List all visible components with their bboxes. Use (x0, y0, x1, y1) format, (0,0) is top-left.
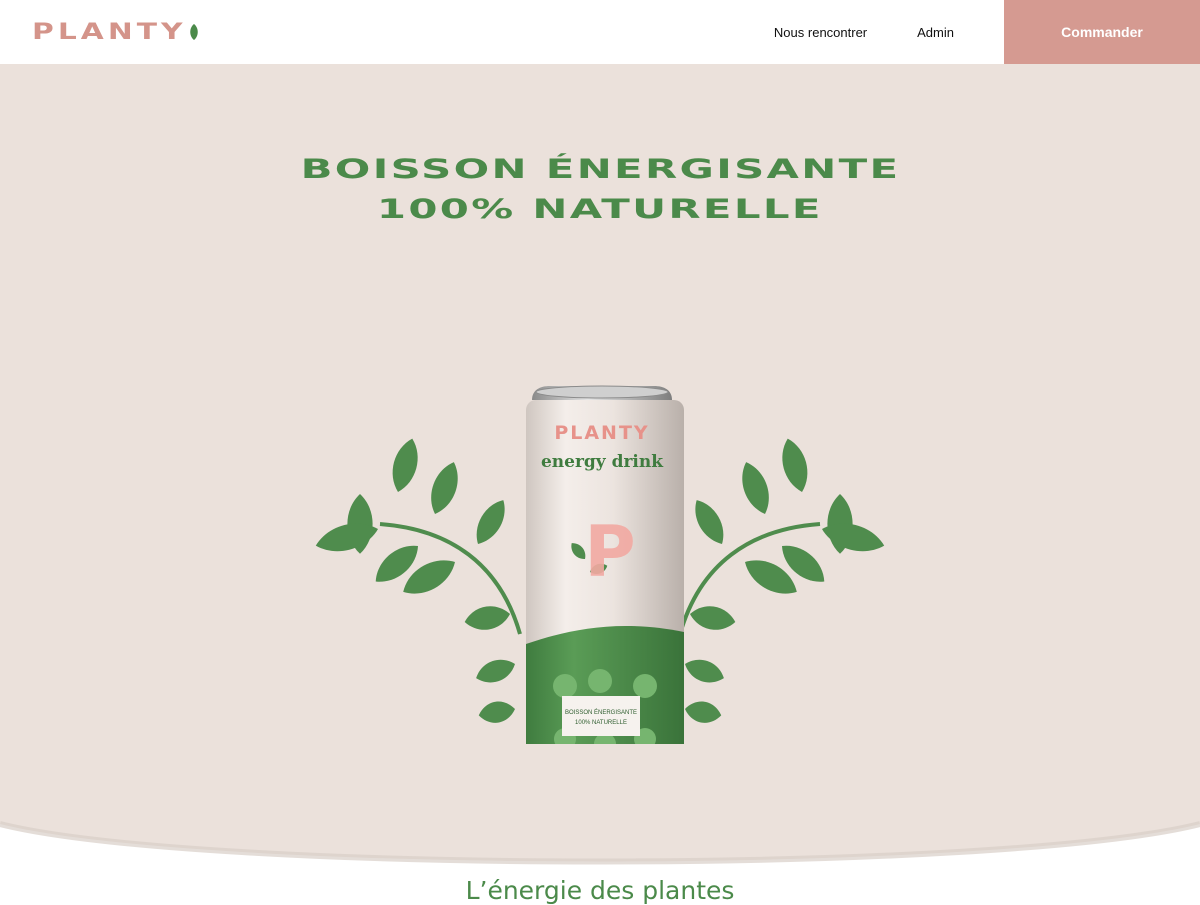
hero-title-line-2: 100% NATURELLE (377, 194, 823, 225)
logo-text: PLANTY (32, 19, 187, 45)
can-brand: PLANTY (554, 422, 649, 444)
section-title: L’énergie des plantes (465, 876, 735, 905)
hero-title-line-1: BOISSON ÉNERGISANTE (300, 154, 900, 185)
can-subtitle: energy drink (541, 452, 664, 472)
logo[interactable]: PLANTY (32, 18, 198, 46)
commander-button[interactable]: Commander (1004, 0, 1200, 64)
left-branch (312, 435, 522, 726)
drink-can: PLANTY energy drink P BOISSON ÉNERGISANT… (526, 385, 684, 744)
hero-title: BOISSON ÉNERGISANTE 100% NATURELLE (0, 150, 1200, 230)
leaf-icon (190, 24, 198, 40)
main-nav: Nous rencontrer Admin Commander (774, 0, 1200, 64)
can-label-line-1: BOISSON ÉNERGISANTE (565, 709, 637, 716)
nav-link-admin[interactable]: Admin (917, 25, 954, 40)
can-monogram: P (584, 511, 635, 593)
hero-section: BOISSON ÉNERGISANTE 100% NATURELLE PLANT… (0, 64, 1200, 865)
right-branch (678, 435, 888, 726)
site-header: PLANTY Nous rencontrer Admin Commander (0, 0, 1200, 64)
nav-link-nous-rencontrer[interactable]: Nous rencontrer (774, 25, 867, 40)
product-illustration: PLANTY energy drink P BOISSON ÉNERGISANT… (312, 385, 888, 744)
can-label-line-2: 100% NATURELLE (575, 720, 627, 726)
